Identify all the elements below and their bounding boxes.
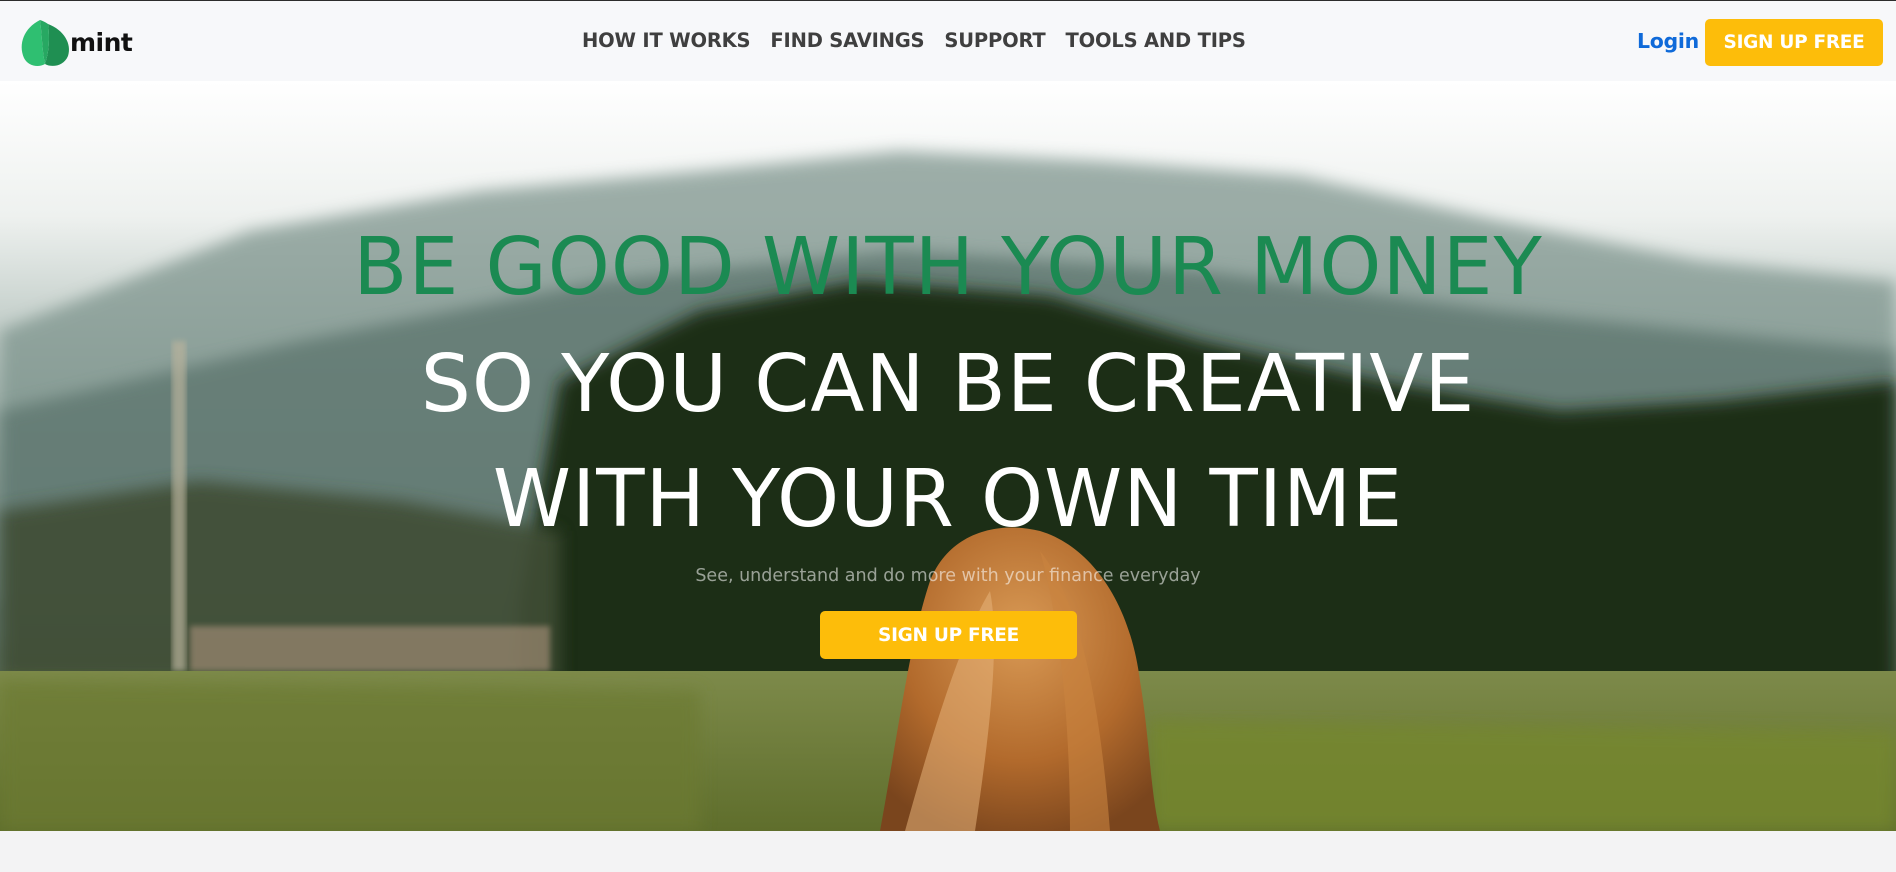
- hero-signup-button[interactable]: SIGN UP FREE: [820, 611, 1077, 659]
- nav-how-it-works[interactable]: HOW IT WORKS: [582, 29, 751, 52]
- nav-tools-and-tips[interactable]: TOOLS AND TIPS: [1066, 29, 1246, 52]
- hero-section: BE GOOD WITH YOUR MONEY SO YOU CAN BE CR…: [0, 81, 1896, 831]
- nav-find-savings[interactable]: FIND SAVINGS: [770, 29, 924, 52]
- nav-support[interactable]: SUPPORT: [944, 29, 1045, 52]
- hero-headline-line3: WITH YOUR OWN TIME: [492, 453, 1404, 545]
- mint-leaf-icon: [21, 20, 70, 66]
- brand-logo[interactable]: mint: [18, 16, 133, 68]
- hero-headline-line2: SO YOU CAN BE CREATIVE: [420, 338, 1476, 430]
- hero-content: BE GOOD WITH YOUR MONEY SO YOU CAN BE CR…: [0, 81, 1896, 831]
- page-content-below-hero: [0, 831, 1896, 872]
- hero-subtitle: See, understand and do more with your fi…: [695, 566, 1201, 586]
- brand-name: mint: [70, 27, 133, 57]
- login-link[interactable]: Login: [1637, 29, 1699, 53]
- main-nav: HOW IT WORKS FIND SAVINGS SUPPORT TOOLS …: [582, 29, 1266, 52]
- hero-headline-line1: BE GOOD WITH YOUR MONEY: [353, 221, 1543, 313]
- header-signup-button[interactable]: SIGN UP FREE: [1705, 19, 1883, 66]
- top-navigation-bar: mint HOW IT WORKS FIND SAVINGS SUPPORT T…: [0, 0, 1896, 81]
